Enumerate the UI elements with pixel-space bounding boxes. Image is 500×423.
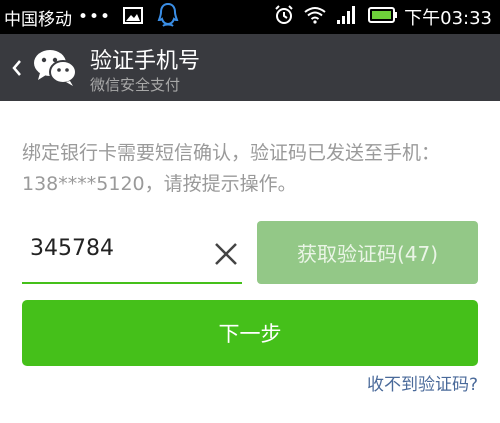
close-icon[interactable] [214, 242, 238, 266]
status-bar: 中国移动 ••• 下午03:33 [0, 0, 500, 34]
next-step-button[interactable]: 下一步 [22, 300, 478, 366]
no-code-link[interactable]: 收不到验证码? [367, 370, 478, 395]
page-subtitle: 微信安全支付 [90, 76, 181, 94]
status-bar-right: 下午03:33 [264, 0, 492, 34]
clock-time: 下午03:33 [404, 8, 492, 29]
qq-icon [157, 2, 179, 32]
notification-dots: ••• [78, 7, 112, 27]
status-bar-left: 中国移动 ••• [4, 0, 179, 34]
alarm-icon [274, 5, 294, 29]
wechat-logo-icon [32, 46, 78, 88]
verification-code-value[interactable]: 345784 [30, 236, 114, 261]
battery-icon [368, 7, 398, 27]
wifi-icon [304, 6, 326, 28]
sms-confirmation-message: 绑定银行卡需要短信确认，验证码已发送至手机：138****5120，请按提示操作… [22, 142, 441, 195]
page-title: 验证手机号 [90, 49, 201, 74]
chevron-left-icon[interactable] [10, 57, 24, 79]
carrier-name: 中国移动 [4, 9, 72, 30]
photo-icon [123, 6, 144, 28]
signal-icon [336, 6, 358, 28]
get-code-button[interactable]: 获取验证码(47) [257, 221, 478, 284]
verification-code-input[interactable]: 345784 [22, 224, 242, 284]
title-bar: 验证手机号 微信安全支付 [0, 34, 500, 101]
